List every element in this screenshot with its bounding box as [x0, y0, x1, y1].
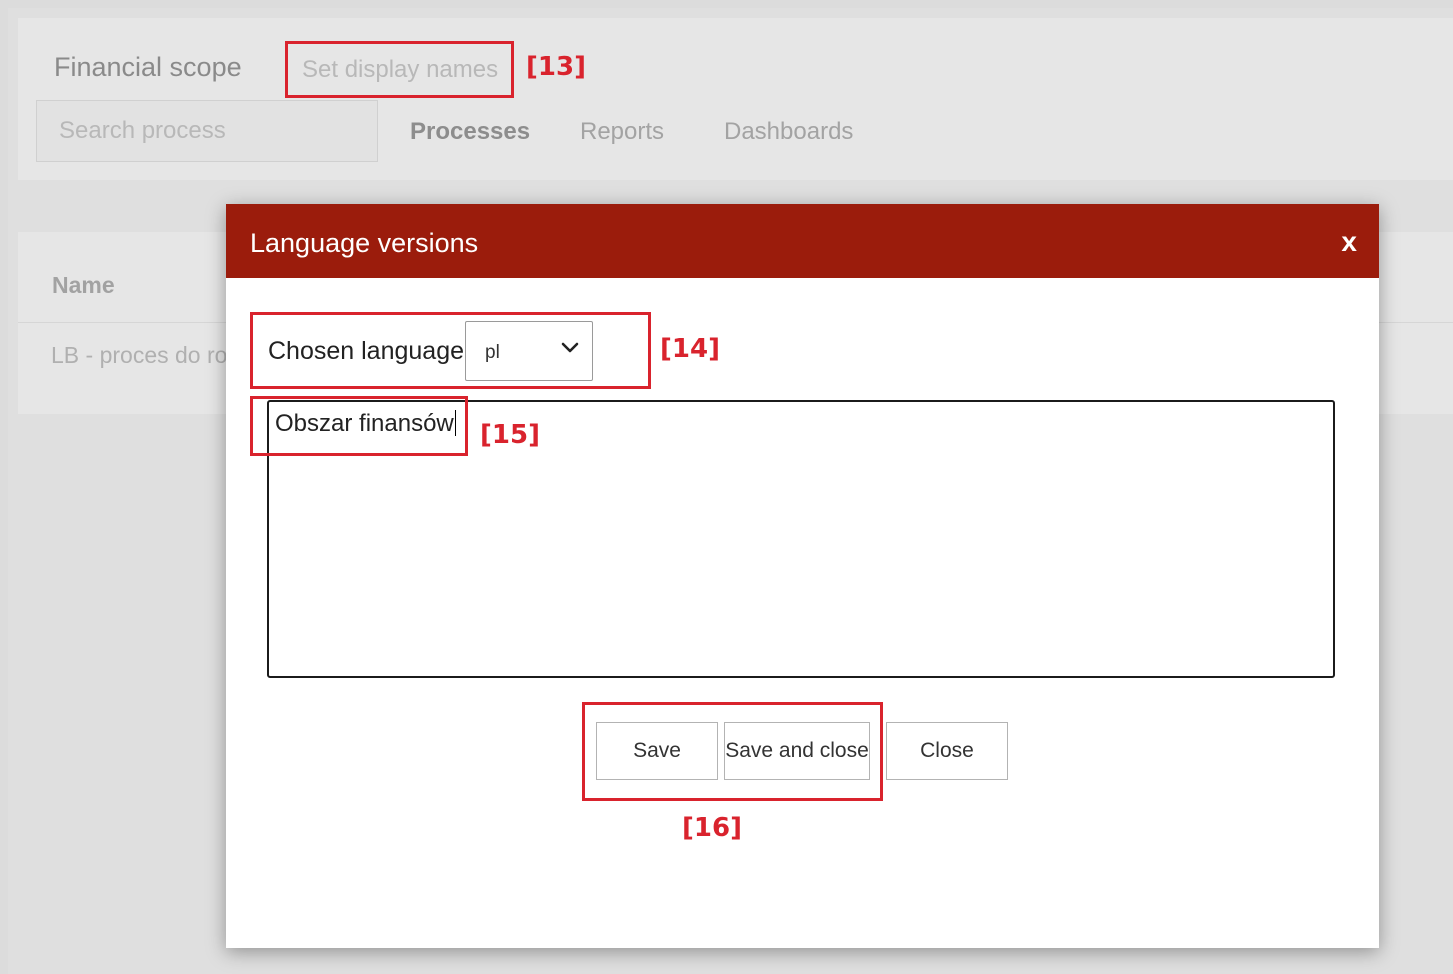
tab-processes[interactable]: Processes — [410, 118, 530, 146]
annotation-label-13: [13] — [526, 52, 586, 82]
annotation-label-14: [14] — [660, 334, 720, 364]
close-button[interactable]: Close — [886, 722, 1008, 780]
language-versions-modal: Language versions x Chosen language: pl … — [226, 204, 1379, 948]
modal-header: Language versions x — [226, 204, 1379, 278]
tab-dashboards[interactable]: Dashboards — [724, 118, 853, 146]
set-display-names-link[interactable]: Set display names — [302, 56, 498, 84]
modal-title: Language versions — [250, 228, 479, 258]
column-header-name: Name — [52, 272, 115, 298]
display-name-text: Obszar finansów — [275, 410, 456, 437]
chosen-language-label: Chosen language: — [268, 337, 471, 365]
annotation-label-16: [16] — [682, 813, 742, 843]
language-select[interactable]: pl — [465, 321, 593, 381]
search-process-input[interactable] — [36, 100, 378, 162]
close-icon[interactable]: x — [1341, 226, 1357, 258]
tab-reports[interactable]: Reports — [580, 118, 664, 146]
display-name-textarea[interactable]: Obszar finansów — [267, 400, 1335, 678]
table-row[interactable]: LB - proces do ro — [51, 342, 227, 369]
save-and-close-button[interactable]: Save and close — [724, 722, 870, 780]
chevron-down-icon — [561, 342, 579, 353]
page-title: Financial scope — [54, 52, 242, 82]
annotation-label-15: [15] — [480, 420, 540, 450]
save-button[interactable]: Save — [596, 722, 718, 780]
language-select-value: pl — [485, 342, 500, 363]
